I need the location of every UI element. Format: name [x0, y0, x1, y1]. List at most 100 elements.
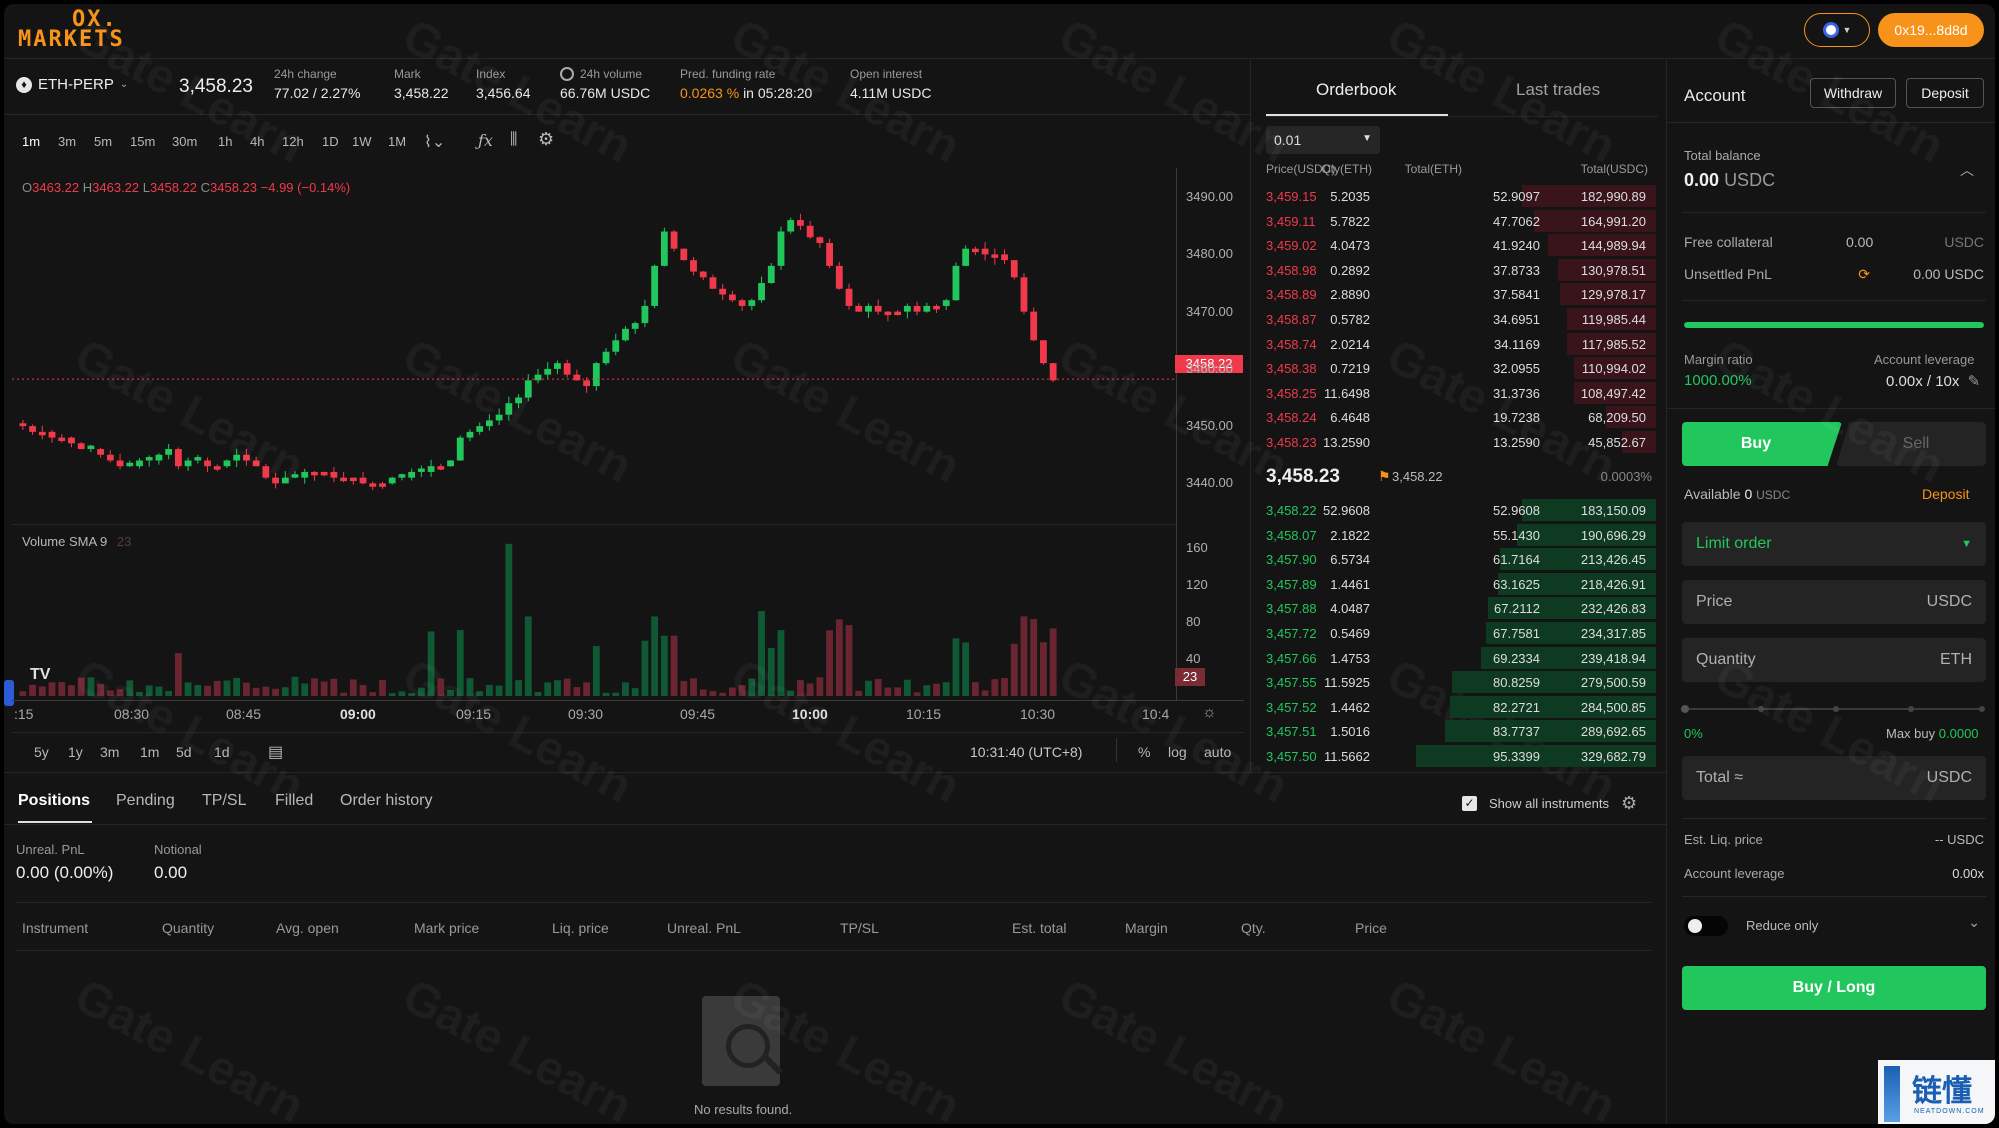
column-header[interactable]: Liq. price [552, 920, 609, 936]
column-header[interactable]: TP/SL [840, 920, 879, 936]
column-header[interactable]: Price [1355, 920, 1387, 936]
column-header[interactable]: Unreal. PnL [667, 920, 741, 936]
reduce-only-toggle[interactable] [1684, 916, 1728, 936]
column-header[interactable]: Instrument [22, 920, 88, 936]
settings-icon[interactable]: ⚙ [538, 129, 554, 150]
ask-row[interactable]: 3,458.24 6.4648 19.7238 68,209.50 [1266, 405, 1656, 429]
chevron-down-icon: ▼ [1842, 25, 1852, 35]
ask-row[interactable]: 3,458.25 11.6498 31.3736 108,497.42 [1266, 381, 1656, 405]
axis-settings-icon[interactable]: ☼ [1202, 704, 1217, 722]
timeframe-4h[interactable]: 4h [250, 134, 264, 149]
range-button-5d[interactable]: 5d [176, 744, 192, 760]
ask-row[interactable]: 3,458.38 0.7219 32.0955 110,994.02 [1266, 356, 1656, 380]
timeframe-1m[interactable]: 1m [22, 134, 40, 149]
buy-long-button[interactable]: Buy / Long [1682, 966, 1986, 1010]
column-header[interactable]: Qty. [1241, 920, 1266, 936]
chevron-up-icon[interactable]: ︿ [1960, 160, 1974, 180]
ask-row[interactable]: 3,459.11 5.7822 47.7062 164,991.20 [1266, 209, 1656, 233]
timeframe-30m[interactable]: 30m [172, 134, 197, 149]
range-button-5y[interactable]: 5y [34, 744, 49, 760]
network-selector[interactable]: ▼ [1804, 13, 1870, 47]
ox-markets-logo[interactable]: OX. MARKETS [18, 9, 178, 52]
timeframe-3m[interactable]: 3m [58, 134, 76, 149]
bid-row[interactable]: 3,457.72 0.5469 67.7581 234,317.85 [1266, 621, 1656, 645]
ask-row[interactable]: 3,458.74 2.0214 34.1169 117,985.52 [1266, 332, 1656, 356]
timeframe-12h[interactable]: 12h [282, 134, 304, 149]
tick-size-select[interactable]: 0.01 ▼ [1266, 126, 1380, 154]
wallet-address-button[interactable]: 0x19...8d8d [1878, 13, 1984, 47]
scale-button-auto[interactable]: auto [1204, 744, 1231, 760]
tradingview-logo[interactable]: TV [30, 666, 50, 684]
ask-row[interactable]: 3,458.89 2.8890 37.5841 129,978.17 [1266, 282, 1656, 306]
timeframe-1D[interactable]: 1D [322, 134, 339, 149]
deposit-button[interactable]: Deposit [1906, 78, 1984, 108]
price-input[interactable]: Price USDC [1682, 580, 1986, 624]
quantity-input[interactable]: Quantity ETH [1682, 638, 1986, 682]
orderbook-cell: 3,459.11 [1266, 213, 1316, 229]
timeframe-5m[interactable]: 5m [94, 134, 112, 149]
total-input[interactable]: Total ≈ USDC [1682, 756, 1986, 800]
timeframe-1W[interactable]: 1W [352, 134, 372, 149]
range-button-3m[interactable]: 3m [100, 744, 119, 760]
indicators-icon[interactable]: ƒx [478, 131, 493, 150]
tab-last-trades[interactable]: Last trades [1516, 80, 1600, 100]
show-all-toggle[interactable]: ✓ Show all instruments ⚙ [1462, 793, 1637, 814]
bid-row[interactable]: 3,457.66 1.4753 69.2334 239,418.94 [1266, 646, 1656, 670]
scale-button-%[interactable]: % [1138, 744, 1150, 760]
symbol-selector[interactable]: ♦ ETH-PERP ⌄ [16, 76, 128, 93]
bid-row[interactable]: 3,457.55 11.5925 80.8259 279,500.59 [1266, 670, 1656, 694]
eth-icon: ♦ [16, 76, 32, 93]
bid-row[interactable]: 3,457.52 1.4462 82.2721 284,500.85 [1266, 695, 1656, 719]
volume-chart[interactable] [12, 524, 1177, 700]
ask-row[interactable]: 3,459.15 5.2035 52.9097 182,990.89 [1266, 184, 1656, 208]
bid-row[interactable]: 3,457.89 1.4461 63.1625 218,426.91 [1266, 572, 1656, 596]
chevron-down-icon[interactable]: ⌄ [1968, 914, 1980, 931]
pencil-icon[interactable]: ✎ [1968, 373, 1981, 390]
deposit-link[interactable]: Deposit [1922, 486, 1969, 502]
timeframe-1M[interactable]: 1M [388, 134, 406, 149]
tab-tp-sl[interactable]: TP/SL [202, 792, 246, 810]
est-liq-row: Est. Liq. price -- USDC [1684, 832, 1984, 847]
bid-row[interactable]: 3,457.88 4.0487 67.2112 232,426.83 [1266, 596, 1656, 620]
column-header[interactable]: Margin [1125, 920, 1168, 936]
range-button-1y[interactable]: 1y [68, 744, 83, 760]
volume-stat: 24h volume 66.76M USDC [560, 67, 650, 101]
timeframe-15m[interactable]: 15m [130, 134, 155, 149]
column-header[interactable]: Est. total [1012, 920, 1066, 936]
tab-orderbook[interactable]: Orderbook [1316, 80, 1396, 100]
withdraw-button[interactable]: Withdraw [1810, 78, 1896, 108]
tab-positions[interactable]: Positions [18, 792, 90, 810]
checkbox-checked-icon[interactable]: ✓ [1462, 796, 1477, 811]
ask-row[interactable]: 3,458.87 0.5782 34.6951 119,985.44 [1266, 307, 1656, 331]
bid-row[interactable]: 3,457.90 6.5734 61.7164 213,426.45 [1266, 547, 1656, 571]
tab-filled[interactable]: Filled [275, 792, 313, 810]
sell-tab[interactable]: Sell [1836, 422, 1986, 466]
range-button-1m[interactable]: 1m [140, 744, 159, 760]
tab-pending[interactable]: Pending [116, 792, 175, 810]
bid-row[interactable]: 3,457.50 11.5662 95.3399 329,682.79 [1266, 744, 1656, 768]
bid-row[interactable]: 3,457.51 1.5016 83.7737 289,692.65 [1266, 719, 1656, 743]
settle-icon[interactable]: ⟳ [1858, 266, 1870, 283]
slider-handle[interactable] [1681, 705, 1689, 713]
chart-type-icon[interactable]: ⌇⌄ [424, 132, 445, 152]
gear-icon[interactable]: ⚙ [1621, 793, 1637, 814]
scale-button-log[interactable]: log [1168, 744, 1187, 760]
quantity-slider[interactable] [1681, 704, 1985, 714]
chart-scroll-handle[interactable] [4, 680, 14, 706]
templates-icon[interactable]: ⫼ [510, 131, 517, 149]
column-header[interactable]: Quantity [162, 920, 214, 936]
bid-row[interactable]: 3,458.07 2.1822 55.1430 190,696.29 [1266, 523, 1656, 547]
date-range-icon[interactable]: ▤ [268, 742, 283, 762]
price-chart[interactable] [12, 168, 1177, 524]
tab-order-history[interactable]: Order history [340, 792, 432, 810]
column-header[interactable]: Avg. open [276, 920, 339, 936]
ask-row[interactable]: 3,458.98 0.2892 37.8733 130,978.51 [1266, 258, 1656, 282]
timeframe-1h[interactable]: 1h [218, 134, 232, 149]
order-type-select[interactable]: Limit order ▼ [1682, 522, 1986, 566]
column-header[interactable]: Mark price [414, 920, 479, 936]
buy-tab[interactable]: Buy [1682, 422, 1842, 466]
bid-row[interactable]: 3,458.22 52.9608 52.9608 183,150.09 [1266, 498, 1656, 522]
ask-row[interactable]: 3,458.23 13.2590 13.2590 45,852.67 [1266, 430, 1656, 454]
ask-row[interactable]: 3,459.02 4.0473 41.9240 144,989.94 [1266, 233, 1656, 257]
range-button-1d[interactable]: 1d [214, 744, 230, 760]
